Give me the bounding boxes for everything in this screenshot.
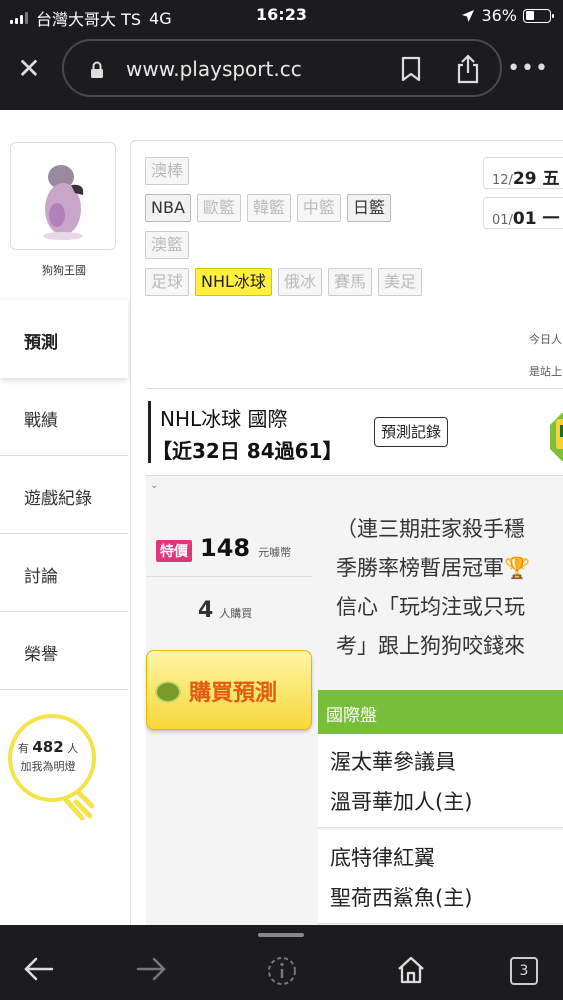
category-tag[interactable]: 歐籃 <box>196 194 241 222</box>
prediction-header: NHL冰球 國際 【近32日 84過61】 預測記錄 <box>146 388 563 476</box>
category-tag[interactable]: 足球 <box>145 268 190 296</box>
info-note: 是站上 <box>529 365 562 378</box>
special-price-badge: 特價 <box>156 540 192 562</box>
share-icon[interactable] <box>456 54 480 84</box>
info-icon[interactable] <box>266 955 298 987</box>
coin-icon <box>155 681 181 703</box>
location-icon <box>462 9 475 22</box>
menu-item-record[interactable]: 戰績 <box>0 378 128 456</box>
menu-item-label: 遊戲紀錄 <box>24 489 92 509</box>
profile-sidebar: 狗狗王國 預測 戰績 遊戲紀錄 討論 榮譽 有 482 人 加我為明燈 <box>0 110 130 925</box>
menu-item-label: 預測 <box>24 333 58 353</box>
prediction-record-button[interactable]: 預測記錄 <box>374 417 449 447</box>
browser-toolbar: ✕ www.playsport.cc ••• <box>0 30 563 110</box>
category-tag[interactable]: 俄冰 <box>277 268 322 296</box>
price-card: 特價 148 元噱幣 4 人購買 購買預測 <box>146 506 312 736</box>
battery-percent: 36% <box>481 6 517 25</box>
menu-item-honor[interactable]: 榮譽 <box>0 612 128 690</box>
address-bar[interactable]: www.playsport.cc <box>62 39 502 97</box>
category-tag[interactable]: NHL冰球 <box>195 268 272 296</box>
match-row[interactable]: 底特律紅翼 聖荷西鯊魚(主) <box>318 830 563 924</box>
market-header: 國際盤 <box>318 690 563 734</box>
home-icon[interactable] <box>396 955 426 985</box>
lock-icon <box>91 61 103 78</box>
forward-icon[interactable] <box>136 955 168 983</box>
menu-item-label: 榮譽 <box>24 645 58 665</box>
league-title: NHL冰球 國際 <box>160 407 288 431</box>
prediction-content: ⌄ 特價 148 元噱幣 4 人購買 購買預測 （連三期莊家殺手穩 季勝率榜暫居冠… <box>146 476 563 925</box>
price-value: 148 <box>200 534 251 562</box>
menu-item-game-log[interactable]: 遊戲紀錄 <box>0 456 128 534</box>
date-option[interactable]: 01/01 一 <box>483 197 563 229</box>
menu-item-discussion[interactable]: 討論 <box>0 534 128 612</box>
prediction-description: （連三期莊家殺手穩 季勝率榜暫居冠軍🏆 信心「玩均注或只玩 考」跟上狗狗咬錢來 <box>336 517 531 658</box>
date-selector: 12/29 五 01/01 一 <box>483 157 563 237</box>
category-tag[interactable]: 賽馬 <box>327 268 372 296</box>
menu-item-prediction[interactable]: 預測 <box>0 300 128 378</box>
close-icon[interactable]: ✕ <box>14 54 44 84</box>
drag-handle[interactable] <box>258 933 304 937</box>
price-unit: 元噱幣 <box>258 546 292 559</box>
category-tag[interactable]: 韓籃 <box>246 194 291 222</box>
web-page: 狗狗王國 預測 戰績 遊戲紀錄 討論 榮譽 有 482 人 加我為明燈 澳棒 N… <box>0 110 563 925</box>
category-tag[interactable]: 美足 <box>377 268 422 296</box>
badge-icon <box>550 413 563 461</box>
info-note: 今日人 <box>529 333 562 346</box>
category-filter: 澳棒 NBA 歐籃 韓籃 中籃 日籃 澳籃 足球 NHL冰球 俄冰 賽馬 美足 <box>145 157 475 305</box>
url-text: www.playsport.cc <box>126 57 302 81</box>
status-bar: 台灣大哥大 TS 4G 16:23 36% <box>0 0 563 30</box>
category-tag[interactable]: 日籃 <box>346 194 391 222</box>
category-tag[interactable]: 澳籃 <box>145 231 190 259</box>
match-row[interactable]: 渥太華參議員 溫哥華加人(主) <box>318 734 563 828</box>
category-tag[interactable]: 澳棒 <box>145 157 190 185</box>
category-tag[interactable]: NBA <box>145 194 191 222</box>
avatar[interactable] <box>10 142 116 250</box>
date-option[interactable]: 12/29 五 <box>483 157 563 189</box>
record-summary: 【近32日 84過61】 <box>152 439 343 463</box>
tabs-icon[interactable]: 3 <box>510 957 538 985</box>
buy-prediction-button[interactable]: 購買預測 <box>146 650 312 730</box>
menu-item-label: 討論 <box>24 567 58 587</box>
profile-name: 狗狗王國 <box>42 264 86 277</box>
buyer-count: 4 人購買 <box>198 598 253 623</box>
follower-count: 有 482 人 加我為明燈 <box>17 738 79 773</box>
browser-bottom-toolbar: 3 <box>0 925 563 1000</box>
away-team: 渥太華參議員 <box>330 750 456 774</box>
away-team: 底特律紅翼 <box>330 846 435 870</box>
more-icon[interactable]: ••• <box>507 56 549 81</box>
category-tag[interactable]: 中籃 <box>296 194 341 222</box>
battery-icon <box>523 8 554 23</box>
chevron-down-icon[interactable]: ⌄ <box>150 480 158 491</box>
home-team: 溫哥華加人(主) <box>330 790 473 814</box>
home-team: 聖荷西鯊魚(主) <box>330 886 473 910</box>
bookmark-icon[interactable] <box>400 56 422 82</box>
menu-item-label: 戰績 <box>24 411 58 431</box>
back-icon[interactable] <box>22 955 54 983</box>
